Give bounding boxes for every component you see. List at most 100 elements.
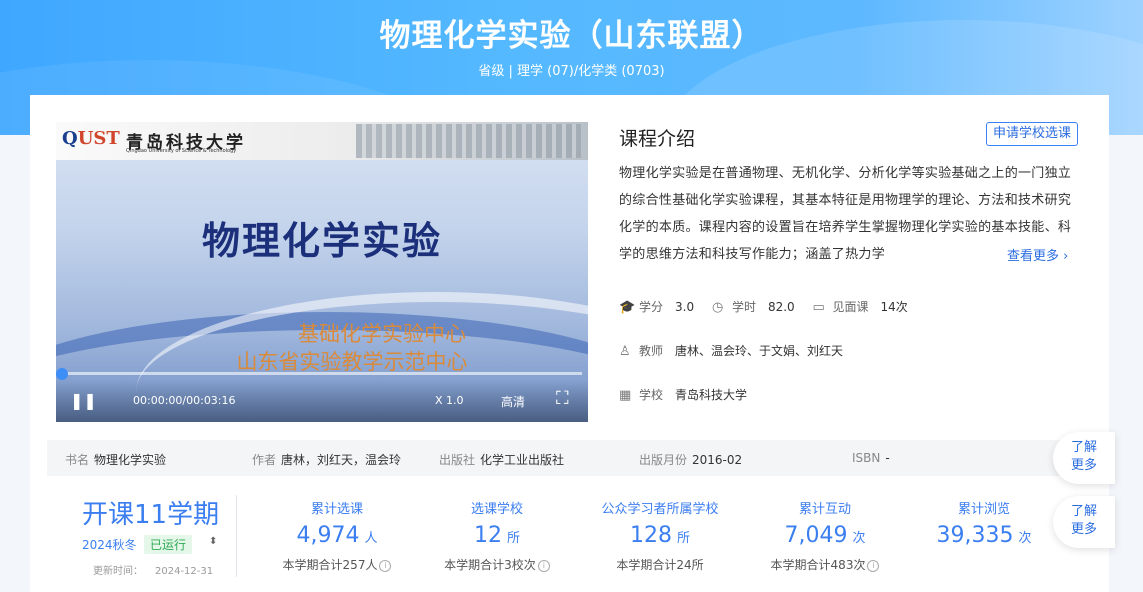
teacher-row: ♙ 教师 唐林、温会玲、于文娟、刘红天 — [619, 342, 857, 359]
video-player[interactable]: QUST 青岛科技大学 Qingdao University of Scienc… — [56, 122, 588, 422]
publisher-label: 出版社 — [439, 453, 476, 467]
clock-icon: ◷ — [711, 300, 724, 315]
slide-title: 物理化学实验 — [201, 218, 442, 263]
stat-number: 7,049 — [784, 523, 848, 548]
stat-value: 4,974 人 — [252, 523, 422, 548]
building-image — [356, 124, 581, 158]
building-icon: ▦ — [619, 388, 632, 403]
date-label: 出版月份 — [639, 453, 688, 467]
quality-button[interactable]: 高清 — [501, 393, 525, 410]
divider — [236, 495, 237, 577]
book-name-value: 物理化学实验 — [94, 453, 167, 467]
stat-unit: 人 — [364, 531, 378, 546]
school-name: 青岛科技大学 — [675, 388, 748, 402]
author-value: 唐林，刘红天，温会玲 — [281, 453, 402, 467]
publisher-value: 化学工业出版社 — [480, 453, 565, 467]
intro-title: 课程介绍 — [619, 128, 696, 150]
view-more-link[interactable]: 查看更多 › — [1007, 245, 1069, 264]
stat-public-schools: 公众学习者所属学校 128 所 本学期合计24所 — [575, 498, 745, 573]
text-fade — [940, 242, 1010, 266]
date-value: 2016-02 — [692, 453, 743, 467]
book-name-label: 书名 — [65, 453, 90, 467]
stat-unit: 次 — [852, 531, 866, 546]
update-label: 更新时间： — [93, 566, 143, 577]
graduation-cap-icon: 🎓 — [619, 300, 636, 315]
school-label: 学校 — [639, 388, 664, 402]
school-row: ▦ 学校 青岛科技大学 — [619, 386, 761, 403]
update-time: 更新时间： 2024-12-31 — [93, 562, 213, 577]
stat-total-enroll: 累计选课 4,974 人 本学期合计257人 i — [252, 498, 422, 573]
video-time: 00:00:00/00:03:16 — [133, 394, 236, 407]
course-title: 物理化学实验（山东联盟） — [379, 18, 764, 54]
view-more-label: 查看更多 — [1007, 249, 1060, 264]
progress-handle[interactable] — [56, 368, 68, 380]
info-icon[interactable]: i — [537, 559, 550, 572]
teacher-label: 教师 — [639, 344, 664, 358]
apply-school-button[interactable]: 申请学校选课 — [986, 122, 1078, 146]
term-count: 开课11学期 — [82, 500, 220, 530]
stat-number: 4,974 — [296, 523, 360, 548]
stat-value: 39,335 次 — [899, 523, 1069, 548]
video-controls: ❚❚ 00:00:00/00:03:16 X 1.0 高清 ⛶ — [56, 380, 588, 422]
stat-sub: 本学期合计257人 i — [252, 556, 422, 573]
info-icon[interactable]: i — [379, 559, 392, 572]
learn-more-button[interactable]: 了解 更多 — [1053, 432, 1115, 484]
status-badge: 已运行 — [144, 535, 193, 554]
credit-label: 学分 — [639, 300, 664, 314]
stat-views: 累计浏览 39,335 次 — [899, 498, 1069, 548]
update-date: 2024-12-31 — [155, 566, 214, 577]
sort-icon[interactable]: ⬍ — [209, 536, 217, 547]
stat-number: 12 — [473, 523, 502, 548]
speed-button[interactable]: X 1.0 — [435, 394, 464, 407]
teacher-names: 唐林、温会玲、于文娟、刘红天 — [675, 344, 844, 358]
book-name: 书名 物理化学实验 — [65, 451, 166, 468]
stat-value: 7,049 次 — [740, 523, 910, 548]
chevron-right-icon: › — [1063, 249, 1069, 264]
stat-unit: 所 — [676, 531, 690, 546]
stat-unit: 次 — [1018, 531, 1032, 546]
slide-header: QUST 青岛科技大学 Qingdao University of Scienc… — [56, 122, 588, 160]
book-date: 出版月份 2016-02 — [639, 451, 742, 468]
learn-more-button[interactable]: 了解 更多 — [1053, 496, 1115, 548]
stat-label: 累计浏览 — [957, 502, 1010, 517]
stat-unit: 所 — [506, 531, 520, 546]
user-icon: ♙ — [619, 344, 631, 359]
stat-schools: 选课学校 12 所 本学期合计3校次 i — [412, 498, 582, 573]
book-author: 作者 唐林，刘红天，温会玲 — [252, 451, 401, 468]
stat-sub-text: 本学期合计483次 — [770, 558, 866, 572]
stat-label: 公众学习者所属学校 — [601, 502, 719, 517]
stat-sub-text: 本学期合计257人 — [282, 558, 378, 572]
hours-value: 82.0 — [767, 300, 795, 314]
video-progress-bar[interactable] — [62, 372, 582, 375]
book-isbn: ISBN - — [852, 451, 890, 465]
fullscreen-icon[interactable]: ⛶ — [556, 388, 569, 409]
stat-number: 39,335 — [936, 523, 1014, 548]
chat-icon: ▭ — [812, 300, 825, 315]
isbn-label: ISBN — [852, 451, 881, 465]
course-category: 省级 | 理学 (07)/化学类 (0703) — [478, 64, 665, 79]
course-meta-row: 🎓 学分 3.0 ◷ 学时 82.0 ▭ 见面课 14次 — [619, 298, 922, 315]
hours-label: 学时 — [731, 300, 756, 314]
university-logo: QUST — [62, 128, 120, 149]
pause-icon[interactable]: ❚❚ — [70, 391, 97, 410]
stat-label: 累计互动 — [798, 502, 851, 517]
stat-number: 128 — [629, 523, 672, 548]
stat-label: 累计选课 — [310, 502, 363, 517]
term-season: 2024秋冬 — [82, 538, 137, 552]
stat-value: 12 所 — [412, 523, 582, 548]
author-label: 作者 — [252, 453, 277, 467]
stat-sub: 本学期合计24所 — [616, 558, 704, 572]
isbn-value: - — [885, 451, 890, 465]
stat-sub-text: 本学期合计3校次 — [444, 558, 536, 572]
stat-interactions: 累计互动 7,049 次 本学期合计483次 i — [740, 498, 910, 573]
stat-label: 选课学校 — [470, 502, 523, 517]
slide-line-1: 基础化学实验中心 — [298, 322, 466, 346]
stat-sub: 本学期合计3校次 i — [412, 556, 582, 573]
slide-university-en: Qingdao University of Science & Technolo… — [126, 148, 237, 154]
stat-value: 128 所 — [575, 523, 745, 548]
stat-sub: 本学期合计483次 i — [740, 556, 910, 573]
info-icon[interactable]: i — [867, 559, 880, 572]
meeting-label: 见面课 — [832, 300, 869, 314]
book-publisher: 出版社 化学工业出版社 — [439, 451, 564, 468]
credit-value: 3.0 — [675, 300, 695, 314]
